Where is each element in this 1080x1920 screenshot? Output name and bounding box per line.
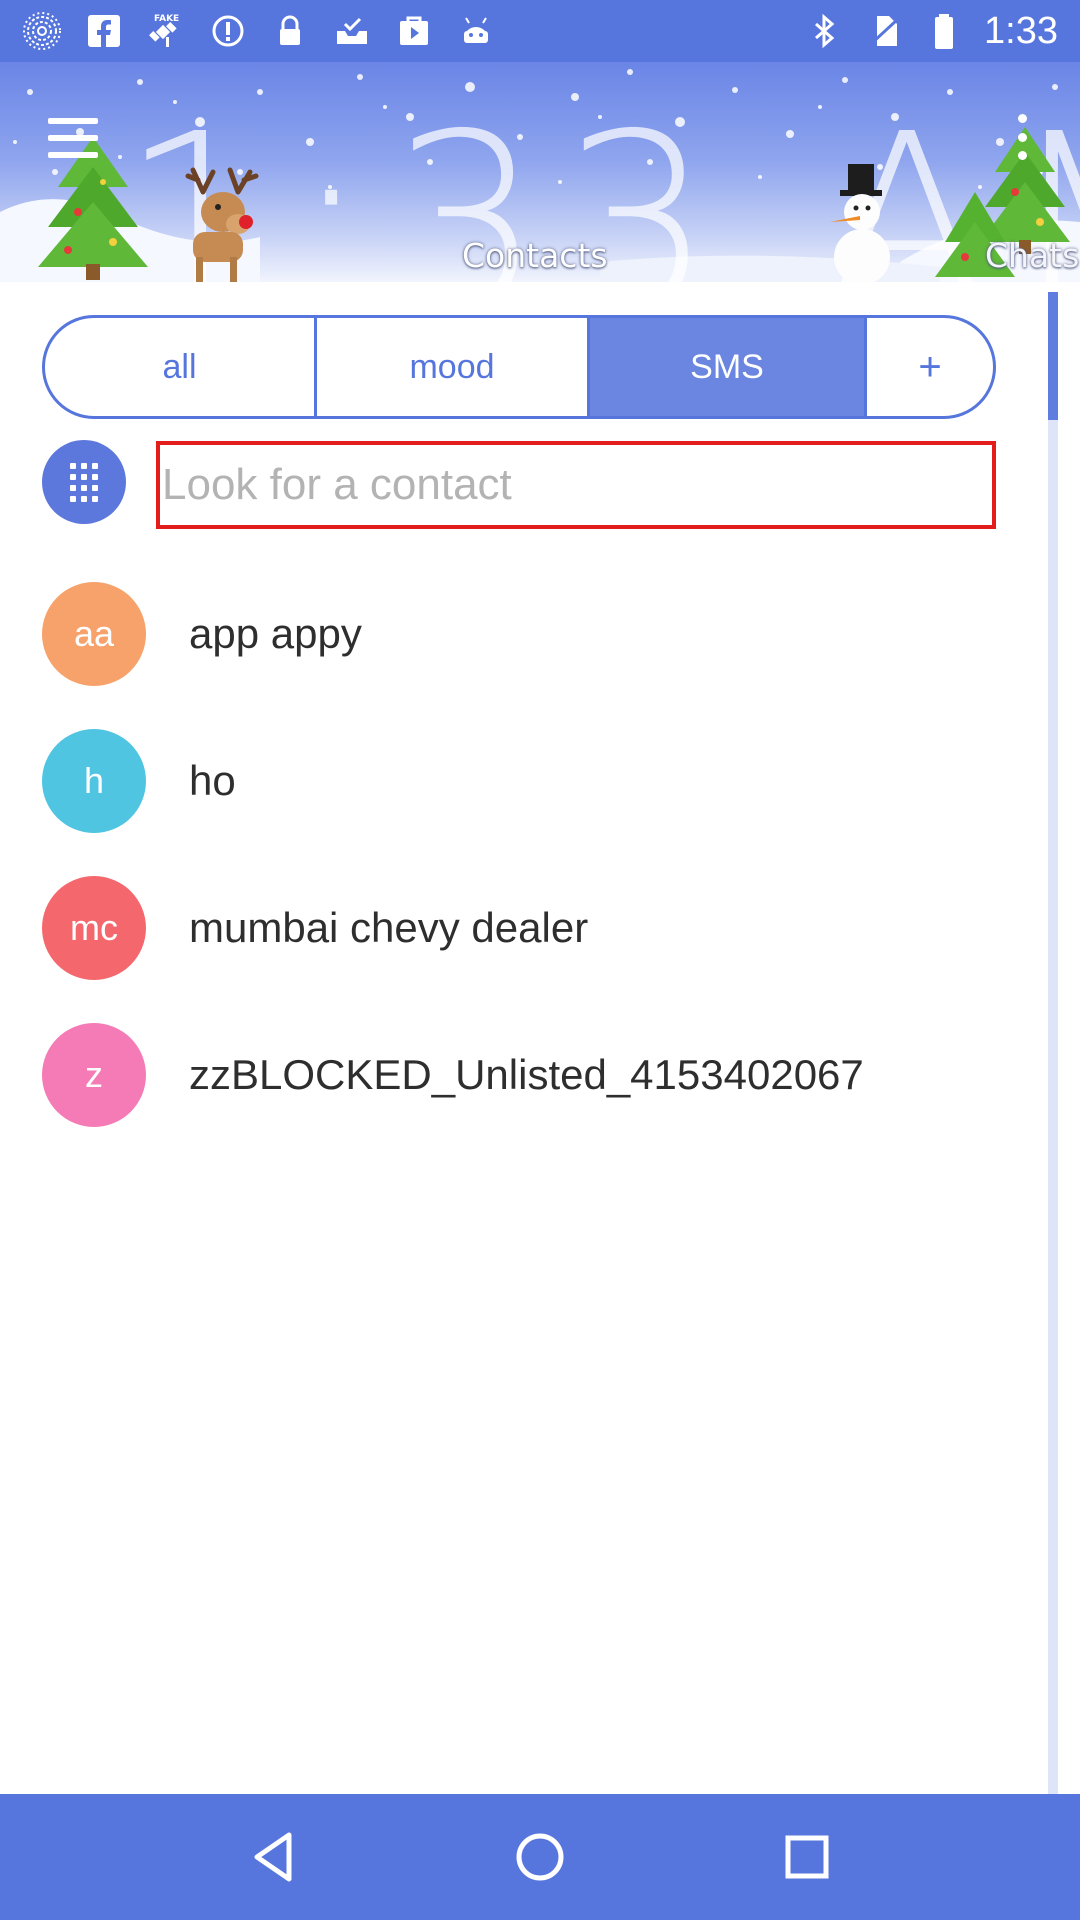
system-navigation-bar xyxy=(0,1794,1080,1920)
contact-search-box xyxy=(156,441,996,529)
fake-gps-satellite-icon: FAKE xyxy=(146,11,186,51)
contact-avatar[interactable]: mc xyxy=(42,875,146,980)
contact-avatar[interactable]: aa xyxy=(42,581,146,686)
play-store-icon xyxy=(394,11,434,51)
status-bar: FAKE 1:33 xyxy=(0,0,1080,62)
info-circle-icon xyxy=(208,11,248,51)
recents-icon xyxy=(785,1835,829,1879)
back-icon xyxy=(254,1832,292,1882)
inbox-check-icon xyxy=(332,11,372,51)
facebook-icon xyxy=(84,11,124,51)
tab-chats[interactable]: Chats xyxy=(985,236,1079,275)
contact-row-ho[interactable]: h ho xyxy=(0,707,1040,854)
overflow-menu-icon[interactable] xyxy=(1010,114,1034,160)
system-icons: 1:33 xyxy=(804,10,1058,53)
contact-name[interactable]: zzBLOCKED_Unlisted_4153402067 xyxy=(189,1051,864,1099)
contact-search-input[interactable] xyxy=(160,445,992,525)
android-icon xyxy=(456,11,496,51)
header-banner: 1:33 AM xyxy=(0,62,1080,282)
dialpad-icon xyxy=(70,462,98,502)
contact-avatar[interactable]: h xyxy=(42,728,146,833)
status-time: 1:33 xyxy=(984,9,1058,52)
scrollbar-track[interactable] xyxy=(1048,292,1058,1794)
contact-row-mumbai-chevy-dealer[interactable]: mc mumbai chevy dealer xyxy=(0,854,1040,1001)
contact-name[interactable]: ho xyxy=(189,757,236,805)
contact-list: aa app appy h ho mc mumbai chevy dealer … xyxy=(0,560,1040,1148)
contact-row-zzblocked[interactable]: z zzBLOCKED_Unlisted_4153402067 xyxy=(0,1001,1040,1148)
menu-hamburger-icon[interactable] xyxy=(48,118,98,158)
svg-text:FAKE: FAKE xyxy=(154,14,179,24)
battery-icon xyxy=(924,11,964,51)
tab-contacts[interactable]: Contacts xyxy=(462,236,608,275)
contact-name[interactable]: mumbai chevy dealer xyxy=(189,904,588,952)
reindeer-icon xyxy=(185,167,259,282)
scrollbar-thumb[interactable] xyxy=(1048,292,1058,420)
app-root: FAKE 1:33 1:33 A Contacts Chats all mood… xyxy=(0,0,1080,1920)
no-sim-icon xyxy=(864,11,904,51)
contact-filter-segmented-control: all mood SMS + xyxy=(42,315,996,419)
signal-rings-icon xyxy=(22,11,62,51)
filter-mood-button[interactable]: mood xyxy=(314,318,587,416)
add-filter-button[interactable]: + xyxy=(864,318,993,416)
dialpad-button[interactable] xyxy=(42,440,126,524)
contact-avatar[interactable]: z xyxy=(42,1022,146,1127)
contact-row-app-appy[interactable]: aa app appy xyxy=(0,560,1040,707)
back-button[interactable] xyxy=(228,1812,318,1902)
home-icon xyxy=(516,1833,564,1881)
bluetooth-icon xyxy=(804,11,844,51)
filter-all-button[interactable]: all xyxy=(45,318,314,416)
recents-button[interactable] xyxy=(762,1812,852,1902)
notification-icons: FAKE xyxy=(22,11,496,51)
filter-sms-button[interactable]: SMS xyxy=(587,318,864,416)
lock-icon xyxy=(270,11,310,51)
contact-name[interactable]: app appy xyxy=(189,610,362,658)
snowman-icon xyxy=(830,164,890,282)
home-button[interactable] xyxy=(495,1812,585,1902)
